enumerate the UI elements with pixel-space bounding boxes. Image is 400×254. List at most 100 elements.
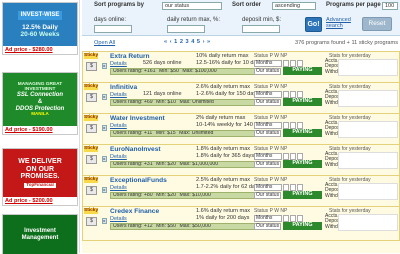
ad-banner-2[interactable]: MANAGING GREAT INVESTMENT SSL Connection…	[2, 72, 78, 135]
vote-w-checkbox[interactable]	[290, 122, 296, 129]
page-link[interactable]: 1	[174, 39, 177, 45]
rate-label: daily return max, %:	[167, 17, 221, 23]
expand-icon[interactable]: ▸	[102, 218, 107, 224]
details-link[interactable]: Details	[110, 216, 127, 222]
months-select[interactable]: Months	[254, 153, 282, 160]
months-select[interactable]: Months	[254, 215, 282, 222]
details-link[interactable]: Details	[110, 185, 127, 191]
vote-p-checkbox[interactable]	[283, 215, 289, 222]
vote-w-checkbox[interactable]	[290, 153, 296, 160]
sticky-badge: Sticky	[84, 53, 99, 59]
ad-banner-1[interactable]: INVEST-WISE 12.5% Daily 20-60 Weeks Ad p…	[2, 2, 78, 55]
expand-icon[interactable]: ▸	[102, 187, 107, 193]
paying-status-badge: PAYING	[283, 191, 322, 199]
vote-p-checkbox[interactable]	[283, 60, 289, 67]
ad-price-link[interactable]: Ad price - $200.00	[5, 198, 53, 204]
stats-bar: Users rating: +11 Min: $15 Max: Unlimite…	[110, 130, 272, 137]
vote-button[interactable]: $	[86, 217, 97, 226]
vote-button[interactable]: $	[86, 155, 97, 164]
ad-line: MANILA	[31, 111, 49, 117]
ad-price-link[interactable]: Ad price - $280.00	[5, 47, 53, 53]
stats-labels: Accts. Depos. Withdr.	[325, 58, 341, 75]
page-link[interactable]: 3	[186, 39, 189, 45]
ad-line: ON OUR	[26, 165, 54, 173]
ad-price-link[interactable]: Ad price - $190.00	[5, 127, 53, 133]
vote-p-checkbox[interactable]	[283, 184, 289, 191]
ad-image[interactable]: Investment Management	[3, 215, 77, 254]
stats-values	[338, 59, 398, 76]
vote-w-checkbox[interactable]	[290, 91, 296, 98]
deposit-input[interactable]	[242, 25, 280, 33]
expand-icon[interactable]: ▸	[102, 94, 107, 100]
vote-w-checkbox[interactable]	[290, 215, 296, 222]
min-deposit: Min: $20	[156, 192, 177, 198]
users-rating: Users rating: +11	[113, 130, 153, 136]
sticky-badge: Sticky	[84, 115, 99, 121]
stats-bar: Users rating: +31 Min: $20 Max: $1,000,0…	[110, 161, 272, 168]
perpage-select[interactable]: 100	[382, 2, 398, 10]
vote-button[interactable]: $	[86, 124, 97, 133]
page-link[interactable]: 5	[197, 39, 200, 45]
last-page-link[interactable]: »	[207, 39, 210, 45]
sticky-badge: Sticky	[84, 146, 99, 152]
vote-np-checkbox[interactable]	[297, 215, 303, 222]
vote-np-checkbox[interactable]	[297, 153, 303, 160]
ad-line: SSL Connection	[16, 92, 64, 99]
months-select[interactable]: Months	[254, 122, 282, 129]
ad-image[interactable]: WE DELIVER ON OUR PROMISES. TopFinancial	[3, 149, 77, 197]
ad-banner-3[interactable]: WE DELIVER ON OUR PROMISES. TopFinancial…	[2, 148, 78, 206]
program-name-link[interactable]: Credex Finance	[110, 208, 159, 215]
vote-button[interactable]: $	[86, 62, 97, 71]
stats-values	[338, 90, 398, 107]
details-link[interactable]: Details	[110, 123, 127, 129]
ad-banner-4[interactable]: Investment Management	[2, 214, 78, 254]
months-select[interactable]: Months	[254, 91, 282, 98]
ad-line: 12.5% Daily	[22, 23, 58, 31]
page-link[interactable]: 4	[191, 39, 194, 45]
vote-p-checkbox[interactable]	[283, 122, 289, 129]
vote-w-checkbox[interactable]	[290, 184, 296, 191]
expand-icon[interactable]: ▸	[102, 63, 107, 69]
advanced-search-link[interactable]: Advanced search	[326, 17, 358, 29]
program-name-link[interactable]: Infinitiva	[110, 84, 137, 91]
reset-button[interactable]: Reset	[362, 17, 392, 31]
ad-image[interactable]: INVEST-WISE 12.5% Daily 20-60 Weeks	[3, 3, 77, 46]
program-name-link[interactable]: ExceptionalFunds	[110, 177, 167, 184]
page-link[interactable]: 2	[180, 39, 183, 45]
vote-np-checkbox[interactable]	[297, 60, 303, 67]
program-name-link[interactable]: Water Investment	[110, 115, 165, 122]
next-page-link[interactable]: ›	[203, 39, 205, 45]
days-label: days online:	[94, 17, 127, 23]
open-all-link[interactable]: Open All	[94, 40, 115, 46]
days-input[interactable]	[94, 25, 132, 33]
expand-icon[interactable]: ▸	[102, 156, 107, 162]
sort-select[interactable]: our status	[162, 2, 222, 10]
vote-button[interactable]: $	[86, 186, 97, 195]
vote-button[interactable]: $	[86, 93, 97, 102]
go-button[interactable]: Go!	[305, 17, 322, 32]
rate-input[interactable]	[167, 25, 205, 33]
expand-icon[interactable]: ▸	[102, 125, 107, 131]
details-link[interactable]: Details	[110, 154, 127, 160]
vote-np-checkbox[interactable]	[297, 91, 303, 98]
program-name-link[interactable]: Extra Return	[110, 53, 150, 60]
months-select[interactable]: Months	[254, 60, 282, 67]
program-row: Sticky $ ▸ Credex Finance Details 1.6% d…	[82, 206, 400, 242]
vote-np-checkbox[interactable]	[297, 122, 303, 129]
ad-image[interactable]: MANAGING GREAT INVESTMENT SSL Connection…	[3, 73, 77, 126]
stats-values	[338, 152, 398, 169]
order-select[interactable]: ascending	[272, 2, 316, 10]
results-count: 376 programs found + 11 sticky programs	[295, 40, 398, 46]
vote-np-checkbox[interactable]	[297, 184, 303, 191]
stats-labels: Accts. Depos. Withdr.	[325, 213, 341, 230]
prev-page-link[interactable]: ‹	[170, 39, 172, 45]
first-page-link[interactable]: «	[164, 39, 167, 45]
details-link[interactable]: Details	[110, 61, 127, 67]
vote-p-checkbox[interactable]	[283, 153, 289, 160]
vote-w-checkbox[interactable]	[290, 60, 296, 67]
program-name-link[interactable]: EuroNanoInvest	[110, 146, 161, 153]
vote-p-checkbox[interactable]	[283, 91, 289, 98]
ad-line: Management	[21, 234, 59, 241]
months-select[interactable]: Months	[254, 184, 282, 191]
details-link[interactable]: Details	[110, 92, 127, 98]
